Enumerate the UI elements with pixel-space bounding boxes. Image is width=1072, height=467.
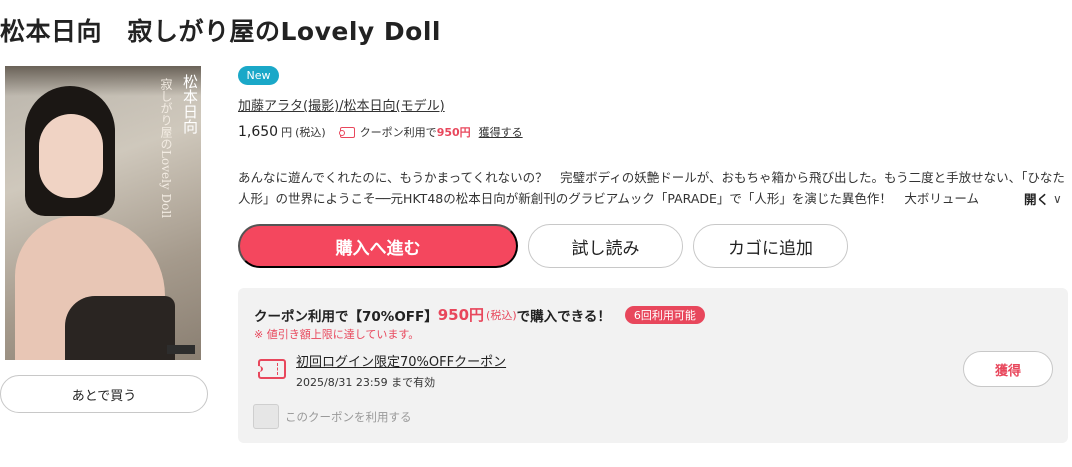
usage-count-badge: 6回利用可能 [624,305,705,324]
coupon-expiry: 2025/8/31 23:59 まで有効 [296,376,436,389]
coupon-panel: クーポン利用で【70%OFF】 950円 (税込) で購入できる！ 6回利用可能… [238,288,1068,443]
expand-description-button[interactable]: 開く ∨ [1010,188,1062,209]
price-row: 1,650 円 (税込) クーポン利用で 950円 獲得する [238,124,523,140]
purchase-button[interactable]: 購入へ進む [238,224,518,268]
cover-subtitle: 寂しがり屋のLovely Doll [159,78,173,219]
trial-read-button[interactable]: 試し読み [528,224,683,268]
new-badge: New [238,66,279,85]
coupon-icon [338,126,355,138]
buy-later-button[interactable]: あとで買う [0,375,208,413]
tax-label: (税込) [295,126,326,139]
cover-image[interactable]: 松本日向 寂しがり屋のLovely Doll [5,66,201,360]
coupon-ticket-icon [255,359,286,379]
coupon-name-link[interactable]: 初回ログイン限定70%OFFクーポン [296,351,506,370]
description: あんなに遊んでくれたのに、もうかまってくれないの？ 完璧ボディの妖艶ドールが、お… [238,170,1065,206]
coupon-head-prefix: クーポン利用で【70%OFF】 [254,308,438,325]
expand-label: 開く [1024,192,1050,207]
author-link[interactable]: 加藤アラタ(撮影)/松本日向(モデル) [238,95,445,114]
discount-limit-warning: ※ 値引き額上限に達しています。 [254,328,420,341]
page-title: 松本日向 寂しがり屋のLovely Doll [0,17,441,46]
price-unit: 円 [281,126,293,139]
price: 1,650 [238,124,279,140]
use-coupon-checkbox[interactable] [253,404,279,429]
get-coupon-link[interactable]: 獲得する [479,124,523,140]
coupon-head-tax: (税込) [486,308,517,322]
coupon-head-price: 950円 [437,306,485,324]
cover-model-clothing [65,296,175,360]
coupon-label: クーポン利用で [359,126,437,139]
add-to-cart-button[interactable]: カゴに追加 [693,224,848,268]
use-coupon-label: このクーポンを利用する [285,410,412,424]
coupon-price: 950円 [436,126,471,139]
cover-title: 松本日向 [181,74,199,134]
coupon-headline: クーポン利用で【70%OFF】 950円 (税込) で購入できる！ 6回利用可能 [254,304,705,325]
cover-model-face [39,114,103,198]
cover-publisher-logo [167,345,195,354]
coupon-head-suffix: で購入できる！ [516,308,611,325]
get-coupon-button[interactable]: 獲得 [963,351,1053,387]
chevron-down-icon: ∨ [1053,191,1062,206]
